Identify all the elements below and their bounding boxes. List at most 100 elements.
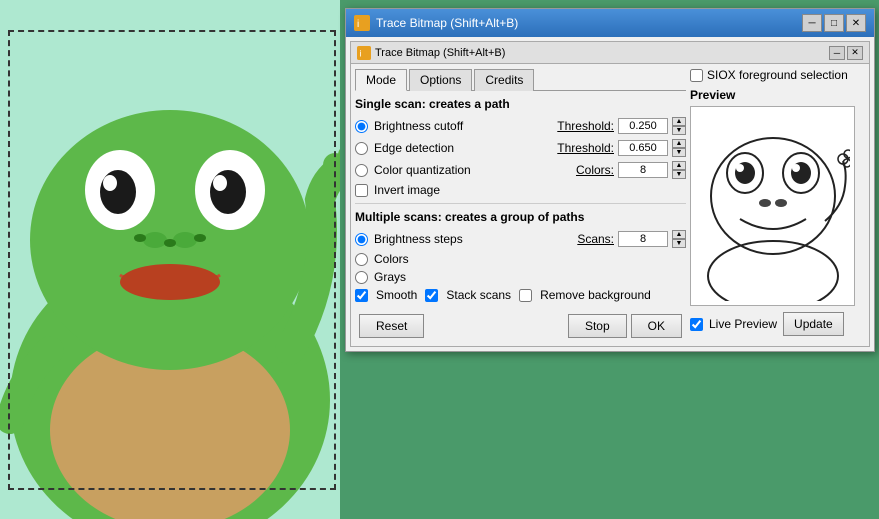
live-preview-label: Live Preview xyxy=(709,317,777,331)
color-quantization-row: Color quantization Colors: ▲ ▼ xyxy=(355,161,686,179)
scans-spinner: ▲ ▼ xyxy=(672,230,686,248)
invert-image-row: Invert image xyxy=(355,183,686,197)
reset-button[interactable]: Reset xyxy=(359,314,424,338)
dialog-content: Mode Options Credits Single scan: create… xyxy=(351,64,869,346)
brightness-cutoff-radio[interactable] xyxy=(355,120,368,133)
live-preview-checkbox[interactable] xyxy=(690,318,703,331)
scans-label: Scans: xyxy=(577,232,614,246)
color-quantization-radio[interactable] xyxy=(355,164,368,177)
brightness-cutoff-right: Threshold: ▲ ▼ xyxy=(557,117,686,135)
invert-image-label: Invert image xyxy=(374,183,440,197)
preview-box xyxy=(690,106,855,306)
stack-scans-label: Stack scans xyxy=(446,288,511,302)
remove-background-checkbox[interactable] xyxy=(519,289,532,302)
title-controls: ─ □ ✕ xyxy=(802,14,866,32)
colors-row: Colors xyxy=(355,252,686,266)
colors-spinner: ▲ ▼ xyxy=(672,161,686,179)
brightness-cutoff-label: Brightness cutoff xyxy=(374,119,463,133)
threshold-down-1[interactable]: ▼ xyxy=(672,126,686,135)
colors-down[interactable]: ▼ xyxy=(672,170,686,179)
maximize-button[interactable]: □ xyxy=(824,14,844,32)
preview-image xyxy=(695,111,850,301)
minimize-button[interactable]: ─ xyxy=(802,14,822,32)
color-quantization-label: Color quantization xyxy=(374,163,471,177)
brightness-steps-right: Scans: ▲ ▼ xyxy=(577,230,686,248)
tabs: Mode Options Credits xyxy=(355,68,686,91)
stop-button[interactable]: Stop xyxy=(568,314,627,338)
colors-label: Colors: xyxy=(576,163,614,177)
scans-input[interactable] xyxy=(618,231,668,247)
color-quantization-right: Colors: ▲ ▼ xyxy=(576,161,686,179)
threshold-up-2[interactable]: ▲ xyxy=(672,139,686,148)
threshold-spinner-1: ▲ ▼ xyxy=(672,117,686,135)
scans-up[interactable]: ▲ xyxy=(672,230,686,239)
edge-detection-row: Edge detection Threshold: ▲ ▼ xyxy=(355,139,686,157)
invert-image-checkbox[interactable] xyxy=(355,184,368,197)
grays-row: Grays xyxy=(355,270,686,284)
inner-minimize-button[interactable]: ─ xyxy=(829,46,845,60)
remove-background-label: Remove background xyxy=(540,288,651,302)
bottom-checkboxes: Smooth Stack scans Remove background xyxy=(355,288,686,302)
brightness-cutoff-left: Brightness cutoff xyxy=(355,119,557,133)
brightness-cutoff-row: Brightness cutoff Threshold: ▲ ▼ xyxy=(355,117,686,135)
inkscape-icon: i xyxy=(354,15,370,31)
smooth-label: Smooth xyxy=(376,288,417,302)
ok-button[interactable]: OK xyxy=(631,314,682,338)
window-title: Trace Bitmap (Shift+Alt+B) xyxy=(376,16,518,30)
tab-options[interactable]: Options xyxy=(409,69,472,91)
frog-image xyxy=(0,0,340,519)
smooth-checkbox[interactable] xyxy=(355,289,368,302)
single-scan-section: Single scan: creates a path Brightness c… xyxy=(355,97,686,197)
threshold-spinner-2: ▲ ▼ xyxy=(672,139,686,157)
grays-radio[interactable] xyxy=(355,271,368,284)
threshold-input-2[interactable] xyxy=(618,140,668,156)
edge-detection-right: Threshold: ▲ ▼ xyxy=(557,139,686,157)
threshold-down-2[interactable]: ▼ xyxy=(672,148,686,157)
right-buttons: Stop OK xyxy=(568,314,682,338)
scans-down[interactable]: ▼ xyxy=(672,239,686,248)
bottom-buttons: Reset Stop OK xyxy=(355,310,686,342)
edge-detection-label: Edge detection xyxy=(374,141,454,155)
section-divider xyxy=(355,203,686,204)
stack-scans-checkbox[interactable] xyxy=(425,289,438,302)
inner-title-controls: ─ ✕ xyxy=(829,46,863,60)
preview-title: Preview xyxy=(690,88,865,102)
left-panel: Mode Options Credits Single scan: create… xyxy=(355,68,686,342)
edge-detection-radio[interactable] xyxy=(355,142,368,155)
inner-icon: i xyxy=(357,46,371,60)
svg-text:i: i xyxy=(357,19,359,30)
edge-detection-left: Edge detection xyxy=(355,141,557,155)
right-panel: SIOX foreground selection Preview xyxy=(690,68,865,342)
live-preview-row: Live Preview Update xyxy=(690,312,865,336)
svg-text:i: i xyxy=(360,48,362,58)
single-scan-title: Single scan: creates a path xyxy=(355,97,686,111)
threshold-label-2: Threshold: xyxy=(557,141,614,155)
colors-up[interactable]: ▲ xyxy=(672,161,686,170)
brightness-steps-radio[interactable] xyxy=(355,233,368,246)
brightness-steps-left: Brightness steps xyxy=(355,232,577,246)
title-bar-left: i Trace Bitmap (Shift+Alt+B) xyxy=(354,15,518,31)
colors-radio[interactable] xyxy=(355,253,368,266)
threshold-label-1: Threshold: xyxy=(557,119,614,133)
close-button[interactable]: ✕ xyxy=(846,14,866,32)
colors-input[interactable] xyxy=(618,162,668,178)
inner-window-title: Trace Bitmap (Shift+Alt+B) xyxy=(375,47,505,59)
siox-checkbox[interactable] xyxy=(690,69,703,82)
brightness-steps-row: Brightness steps Scans: ▲ ▼ xyxy=(355,230,686,248)
brightness-steps-label: Brightness steps xyxy=(374,232,463,246)
title-bar: i Trace Bitmap (Shift+Alt+B) ─ □ ✕ xyxy=(346,9,874,37)
canvas-background xyxy=(0,0,340,519)
grays-label: Grays xyxy=(374,270,686,284)
threshold-input-1[interactable] xyxy=(618,118,668,134)
update-button[interactable]: Update xyxy=(783,312,844,336)
inner-close-button[interactable]: ✕ xyxy=(847,46,863,60)
multiple-scan-section: Multiple scans: creates a group of paths… xyxy=(355,210,686,302)
tab-credits[interactable]: Credits xyxy=(474,69,534,91)
siox-label: SIOX foreground selection xyxy=(707,68,848,82)
colors-option-label: Colors xyxy=(374,252,686,266)
tab-mode[interactable]: Mode xyxy=(355,69,407,91)
color-quantization-left: Color quantization xyxy=(355,163,576,177)
threshold-up-1[interactable]: ▲ xyxy=(672,117,686,126)
trace-bitmap-dialog: i Trace Bitmap (Shift+Alt+B) ─ □ ✕ i Tra… xyxy=(345,8,875,352)
siox-row: SIOX foreground selection xyxy=(690,68,865,82)
